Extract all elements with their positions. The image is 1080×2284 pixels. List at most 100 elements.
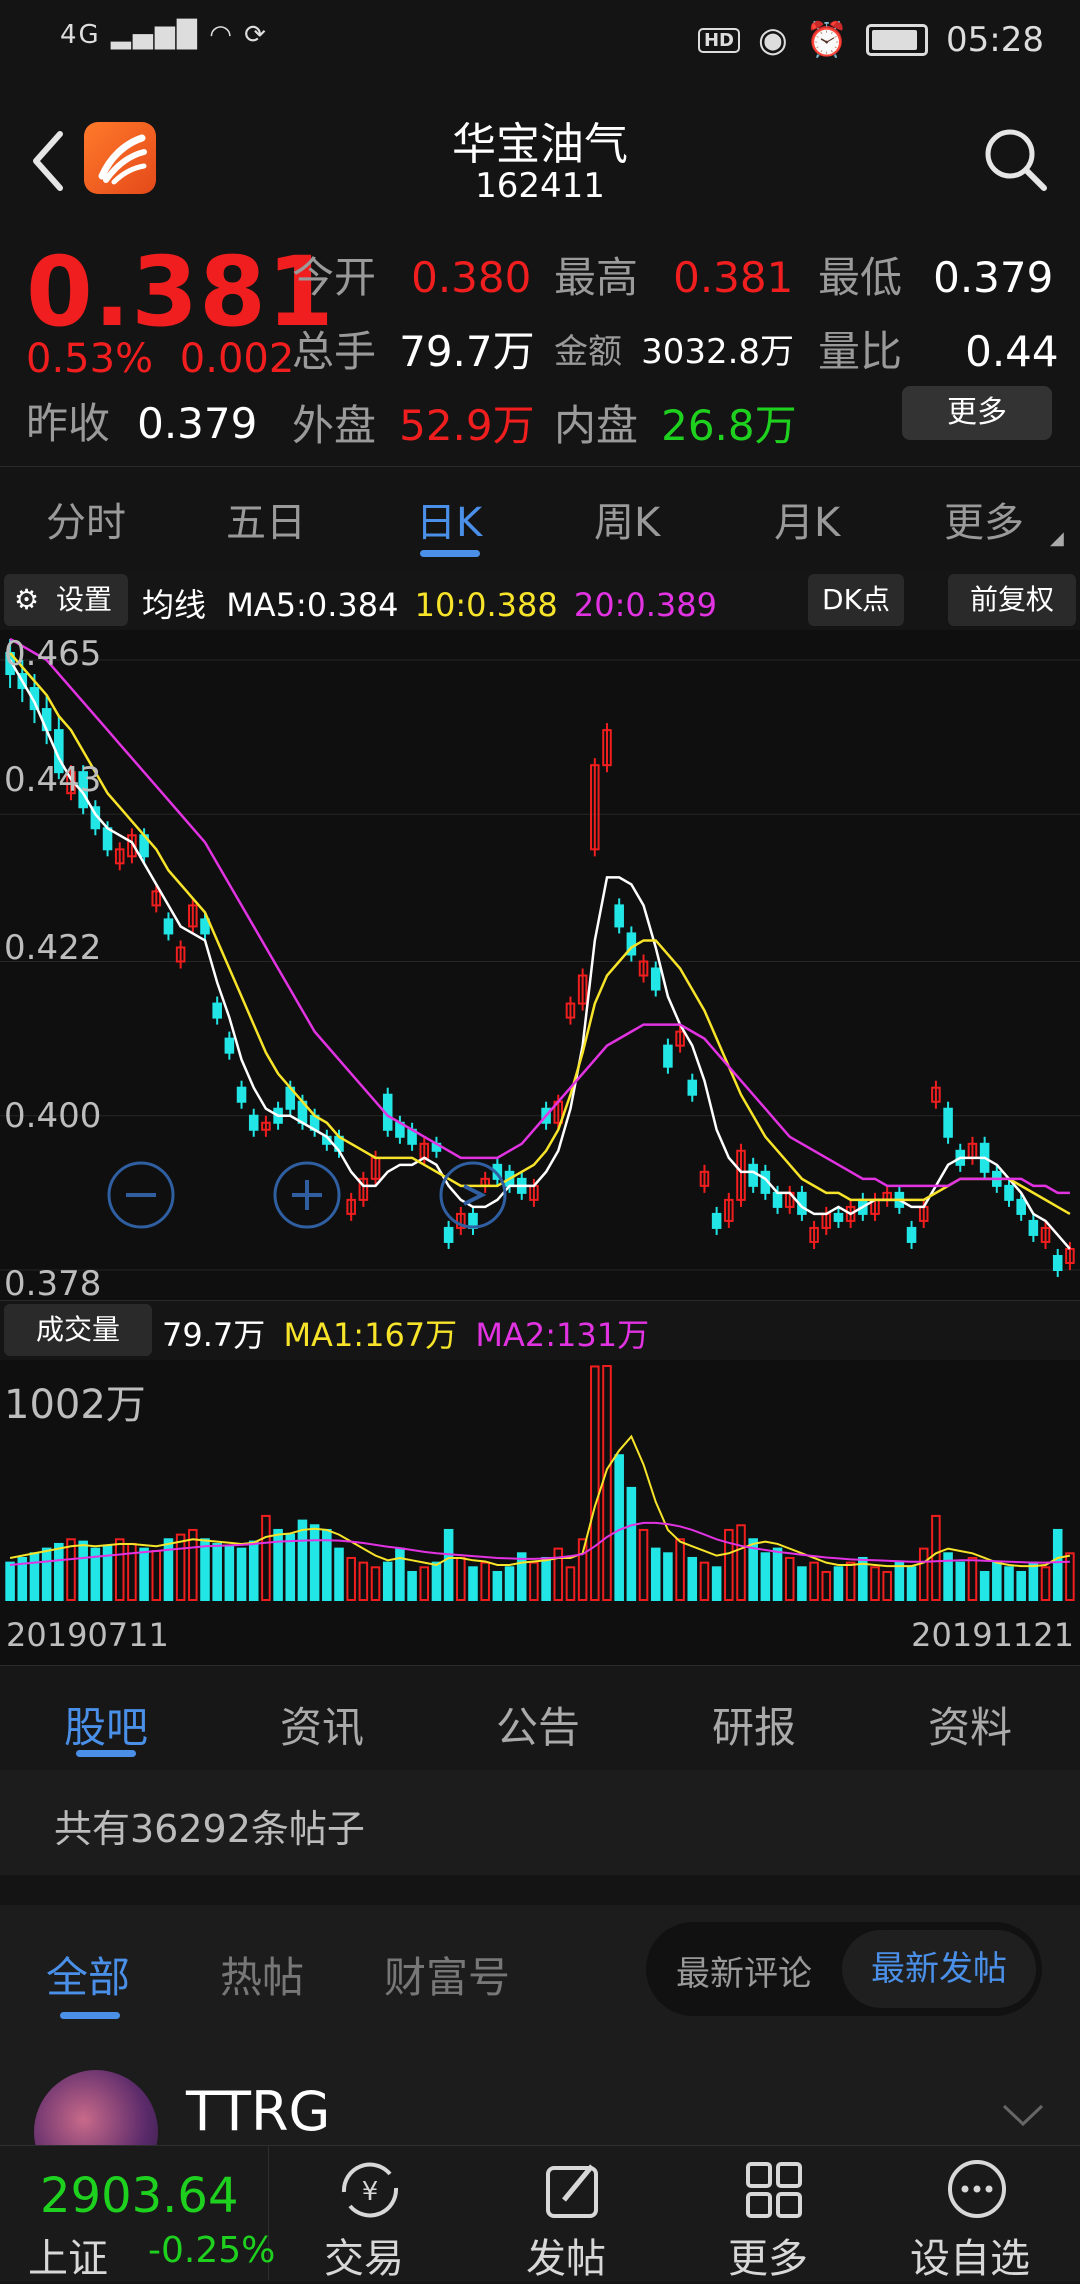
tab-more-periods[interactable]: 更多: [944, 490, 1024, 548]
post-author[interactable]: TTRG: [186, 2080, 330, 2143]
volume-now: 79.7万: [162, 1316, 266, 1354]
tab-weekly-k[interactable]: 周K: [594, 490, 660, 548]
more-quote-button[interactable]: 更多: [902, 386, 1052, 440]
reset-zoom-button[interactable]: [438, 1160, 508, 1230]
stock-code: 162411: [475, 166, 605, 206]
volume-bar: [395, 1547, 405, 1602]
nav-trade[interactable]: ¥ 交易: [268, 2146, 470, 2282]
volume-bar: [529, 1561, 539, 1602]
active-tab-indicator: [420, 550, 480, 557]
eye-icon: ◉: [758, 20, 788, 60]
volume-bar: [297, 1519, 308, 1601]
post-expand-button[interactable]: [1000, 2100, 1046, 2130]
ma5-value: MA5:0.384: [226, 586, 399, 624]
tab-monthly-k[interactable]: 月K: [774, 490, 840, 548]
sort-latest-comment[interactable]: 最新评论: [676, 1946, 812, 1995]
volume-bar: [772, 1547, 783, 1602]
wifi-icon: ◠: [209, 20, 234, 50]
search-icon: [985, 129, 1047, 191]
sort-latest-post[interactable]: 最新发帖: [842, 1930, 1036, 2008]
tab-research[interactable]: 研报: [712, 1694, 796, 1755]
volume-bar: [212, 1542, 222, 1602]
volume-bar: [102, 1545, 113, 1602]
volume-bar: [650, 1547, 661, 1602]
volume-bar: [516, 1552, 527, 1601]
tab-intraday[interactable]: 分时: [46, 490, 126, 548]
nav-add-watchlist[interactable]: 设自选: [874, 2146, 1080, 2282]
volume-legend: 79.7万 MA1:167万 MA2:131万: [162, 1310, 649, 1356]
tab-daily-k[interactable]: 日K: [416, 490, 482, 548]
nav-more[interactable]: 更多: [672, 2146, 874, 2282]
volume-bar: [638, 1528, 649, 1602]
y-tick: 0.400: [4, 1096, 102, 1136]
volume-bar: [456, 1556, 466, 1601]
candle-body: [833, 1212, 844, 1222]
volume-bar: [200, 1538, 210, 1601]
volume-bar: [626, 1486, 637, 1601]
settings-button[interactable]: ⚙ 设置: [4, 574, 128, 626]
volume-bar: [602, 1365, 612, 1601]
volume-bar: [614, 1454, 624, 1601]
tab-guba[interactable]: 股吧: [64, 1694, 148, 1755]
filter-caifuhao[interactable]: 财富号: [384, 1944, 510, 2005]
filter-hot[interactable]: 热帖: [220, 1944, 304, 2005]
volume-bar: [114, 1538, 125, 1601]
plus-circle-icon: [273, 1161, 341, 1229]
adjust-price-button[interactable]: 前复权: [948, 574, 1076, 626]
chart-period-tabs: [0, 466, 1080, 571]
index-value: 2903.64: [40, 2168, 239, 2224]
reset-zoom-icon: [439, 1161, 507, 1229]
minus-circle-icon: [107, 1161, 175, 1229]
change-percent: 0.53%: [26, 336, 154, 382]
volume-bar: [370, 1566, 381, 1601]
tab-five-day[interactable]: 五日: [226, 490, 306, 548]
zoom-out-button[interactable]: [106, 1160, 176, 1230]
volume-bar: [784, 1556, 795, 1601]
dk-point-button[interactable]: DK点: [808, 574, 904, 626]
filter-all[interactable]: 全部: [46, 1944, 130, 2005]
nav-post[interactable]: 发帖: [470, 2146, 672, 2282]
candle-body: [1028, 1219, 1039, 1236]
volume-bar: [833, 1566, 844, 1601]
volume-bar: [175, 1533, 186, 1601]
vol-ma1: MA1:167万: [283, 1316, 458, 1354]
candle-body: [224, 1037, 235, 1054]
tab-announcements[interactable]: 公告: [496, 1694, 580, 1755]
index-name: 上证: [28, 2236, 108, 2282]
tab-news[interactable]: 资讯: [280, 1694, 364, 1755]
candle-body: [772, 1191, 783, 1208]
volume-label: 总手: [292, 327, 377, 376]
candle-body: [650, 967, 661, 991]
post-count: 共有36292条帖子: [54, 1807, 365, 1851]
nav-trade-label: 交易: [324, 2236, 404, 2282]
inner-value: 26.8万: [661, 401, 797, 450]
volume-bar: [443, 1528, 454, 1602]
volume-bar: [918, 1547, 929, 1602]
index-change: -0.25%: [148, 2230, 276, 2271]
volume-bar: [139, 1547, 149, 1602]
inner-stat: 内盘 26.8万: [554, 392, 797, 453]
zoom-in-button[interactable]: [272, 1160, 342, 1230]
volume-bar: [151, 1549, 162, 1601]
low-value: 0.379: [933, 253, 1054, 302]
vol-ratio-label: 量比: [818, 327, 903, 376]
volume-bar: [894, 1561, 905, 1602]
outer-label: 外盘: [292, 401, 377, 450]
tab-profile[interactable]: 资料: [928, 1694, 1012, 1755]
search-button[interactable]: [980, 124, 1050, 194]
candle-body: [1052, 1254, 1063, 1271]
grid-icon: [746, 2162, 802, 2218]
volume-bar: [687, 1556, 698, 1601]
candle-body: [748, 1163, 758, 1187]
post-item[interactable]: [0, 2035, 1080, 2145]
corner-triangle-icon: ◢: [1050, 528, 1064, 549]
high-label: 最高: [554, 253, 639, 302]
volume-bar: [541, 1556, 551, 1601]
candle-body: [906, 1226, 917, 1243]
volume-bar: [821, 1570, 832, 1601]
volume-bar: [711, 1566, 722, 1601]
volume-indicator-button[interactable]: 成交量: [4, 1304, 152, 1356]
high-value: 0.381: [673, 253, 794, 302]
outer-stat: 外盘 52.9万: [292, 392, 535, 453]
ma-legend: 均线 MA5:0.384 10:0.388 20:0.389: [142, 580, 717, 626]
